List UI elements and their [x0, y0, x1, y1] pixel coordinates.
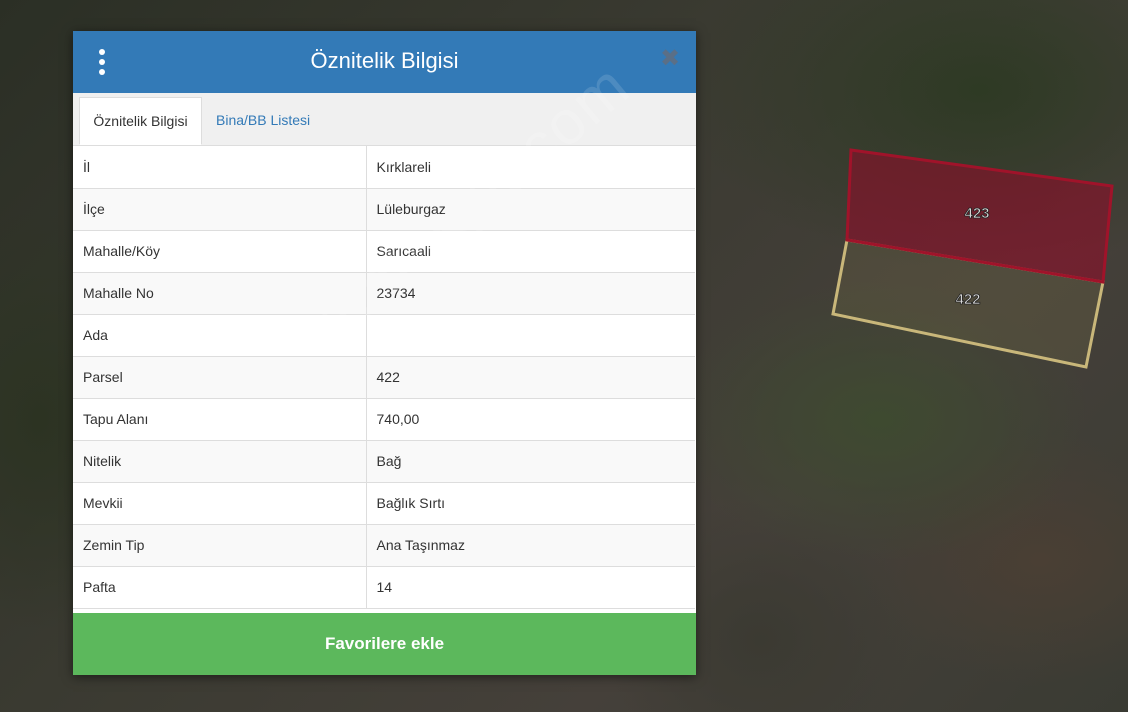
- attr-value: 23734: [366, 272, 695, 315]
- close-icon[interactable]: ✖: [660, 47, 680, 71]
- attr-key: Parsel: [73, 356, 367, 399]
- table-row: Pafta 14: [73, 566, 695, 609]
- attr-value: 14: [366, 566, 695, 609]
- table-row: Mevkii Bağlık Sırtı: [73, 482, 695, 525]
- panel-title: Öznitelik Bilgisi: [310, 48, 459, 73]
- attr-key: Pafta: [73, 566, 367, 609]
- table-row: Parsel 422: [73, 356, 695, 399]
- attr-value: Sarıcaali: [366, 230, 695, 273]
- table-row: Tapu Alanı 740,00: [73, 398, 695, 441]
- table-row: Nitelik Bağ: [73, 440, 695, 483]
- table-row: Mahalle No 23734: [73, 272, 695, 315]
- table-row: İlçe Lüleburgaz: [73, 188, 695, 231]
- attr-value: Ana Taşınmaz: [366, 524, 695, 567]
- tab-attribute-info[interactable]: Öznitelik Bilgisi: [79, 97, 202, 145]
- parcel-423-label: 423: [964, 205, 989, 222]
- attr-value: Lüleburgaz: [366, 188, 695, 231]
- attr-value: 422: [366, 356, 695, 399]
- attr-key: Mahalle/Köy: [73, 230, 367, 273]
- attr-key: İlçe: [73, 188, 367, 231]
- table-row: İl Kırklareli: [73, 146, 695, 189]
- table-row: Ada: [73, 314, 695, 357]
- attr-value: [366, 314, 695, 357]
- attr-value: Kırklareli: [366, 146, 695, 189]
- attr-key: Mevkii: [73, 482, 367, 525]
- attribute-info-panel: Öznitelik Bilgisi ✖ Öznitelik Bilgisi Bi…: [73, 31, 696, 675]
- table-row: Mahalle/Köy Sarıcaali: [73, 230, 695, 273]
- tab-bar: Öznitelik Bilgisi Bina/BB Listesi: [73, 93, 696, 146]
- attr-value: Bağ: [366, 440, 695, 483]
- table-row: Zemin Tip Ana Taşınmaz: [73, 524, 695, 567]
- panel-header: Öznitelik Bilgisi ✖: [73, 31, 696, 93]
- add-to-favorites-button[interactable]: Favorilere ekle: [73, 613, 696, 675]
- attr-key: Ada: [73, 314, 367, 357]
- attr-value: Bağlık Sırtı: [366, 482, 695, 525]
- attr-key: Nitelik: [73, 440, 367, 483]
- tab-building-list[interactable]: Bina/BB Listesi: [206, 97, 320, 145]
- attr-key: İl: [73, 146, 367, 189]
- attr-value: 740,00: [366, 398, 695, 441]
- attr-key: Tapu Alanı: [73, 398, 367, 441]
- parcel-422-label: 422: [955, 291, 980, 308]
- attr-key: Zemin Tip: [73, 524, 367, 567]
- attr-key: Mahalle No: [73, 272, 367, 315]
- attribute-table: İl Kırklareli İlçe Lüleburgaz Mahalle/Kö…: [73, 146, 695, 609]
